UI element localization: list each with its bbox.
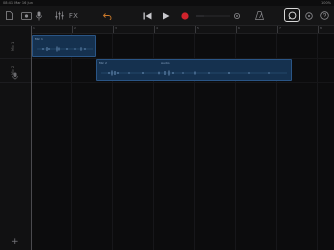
gear-icon [233,12,240,19]
ruler-tick-label: 1 [33,26,35,30]
undo-icon [102,12,112,20]
track-header-2[interactable]: Mic 2 [0,58,31,83]
undo-button[interactable] [101,9,113,22]
region-name: Mic 1 [35,37,43,41]
track-name: Mic 1 [11,41,15,51]
timeline-ruler[interactable]: 1 2 3 4 5 6 7 8 [31,26,334,34]
play-button[interactable] [160,9,172,22]
ruler-tick: 5 [195,26,199,33]
ruler-tick: 6 [236,26,240,33]
instrument-browser-icon [20,11,32,20]
ruler-tick-label: 8 [320,26,322,30]
my-songs-button[interactable] [4,9,14,22]
loop-browser-button[interactable] [284,8,300,22]
ruler-tick-label: 6 [238,26,240,30]
microphone-icon [12,72,18,80]
rewind-button[interactable] [141,9,153,22]
ruler-tick: 8 [318,26,322,33]
settings-icon [304,11,313,20]
garageband-app: 08:41 Mar 16 Jun 100% FX 1 2 3 4 5 6 7 8… [0,0,334,250]
record-icon [181,11,189,20]
waveform [37,46,93,52]
ruler-tick: 2 [72,26,76,33]
song-settings-button[interactable] [303,9,314,22]
ruler-tick-label: 2 [74,26,76,30]
fx-label: FX [68,11,79,20]
mixer-button[interactable] [54,9,64,22]
ruler-tick: 3 [113,26,117,33]
ruler-tick: 4 [154,26,158,33]
lcd-display [195,9,231,22]
audio-region[interactable]: Mic 2 Audio [96,59,292,81]
metronome-button[interactable] [253,9,265,22]
metronome-icon [254,11,264,20]
microphone-icon [36,11,42,20]
ruler-tick-label: 3 [115,26,117,30]
lcd-bars-icon [196,15,230,16]
track-headers: Mic 1 Mic 2 [0,26,32,250]
region-name: Mic 2 [99,61,107,65]
document-icon [5,11,13,20]
ruler-tick-label: 5 [197,26,199,30]
help-button[interactable] [318,9,330,22]
region-name: Audio [161,61,170,65]
ruler-tick: 7 [277,26,281,33]
ruler-tick-label: 7 [279,26,281,30]
play-icon [163,12,170,19]
waveform [101,70,287,76]
audio-region[interactable]: Mic 1 [32,35,96,57]
fx-button[interactable]: FX [67,9,80,22]
control-bar: FX [0,6,334,26]
record-button[interactable] [179,9,191,22]
tracks-area[interactable]: Mic 1 Mic 2 Audio [32,34,334,250]
rewind-icon [143,12,151,19]
help-icon [319,11,329,20]
track-header-1[interactable]: Mic 1 [0,34,31,59]
track-view-button[interactable] [35,9,43,22]
add-track-button[interactable]: + [11,238,19,247]
mixer-icon [55,11,63,20]
ruler-tick-label: 4 [156,26,158,30]
metronome-settings-button[interactable] [231,9,242,22]
loop-icon [288,11,296,19]
browser-button[interactable] [20,9,32,22]
